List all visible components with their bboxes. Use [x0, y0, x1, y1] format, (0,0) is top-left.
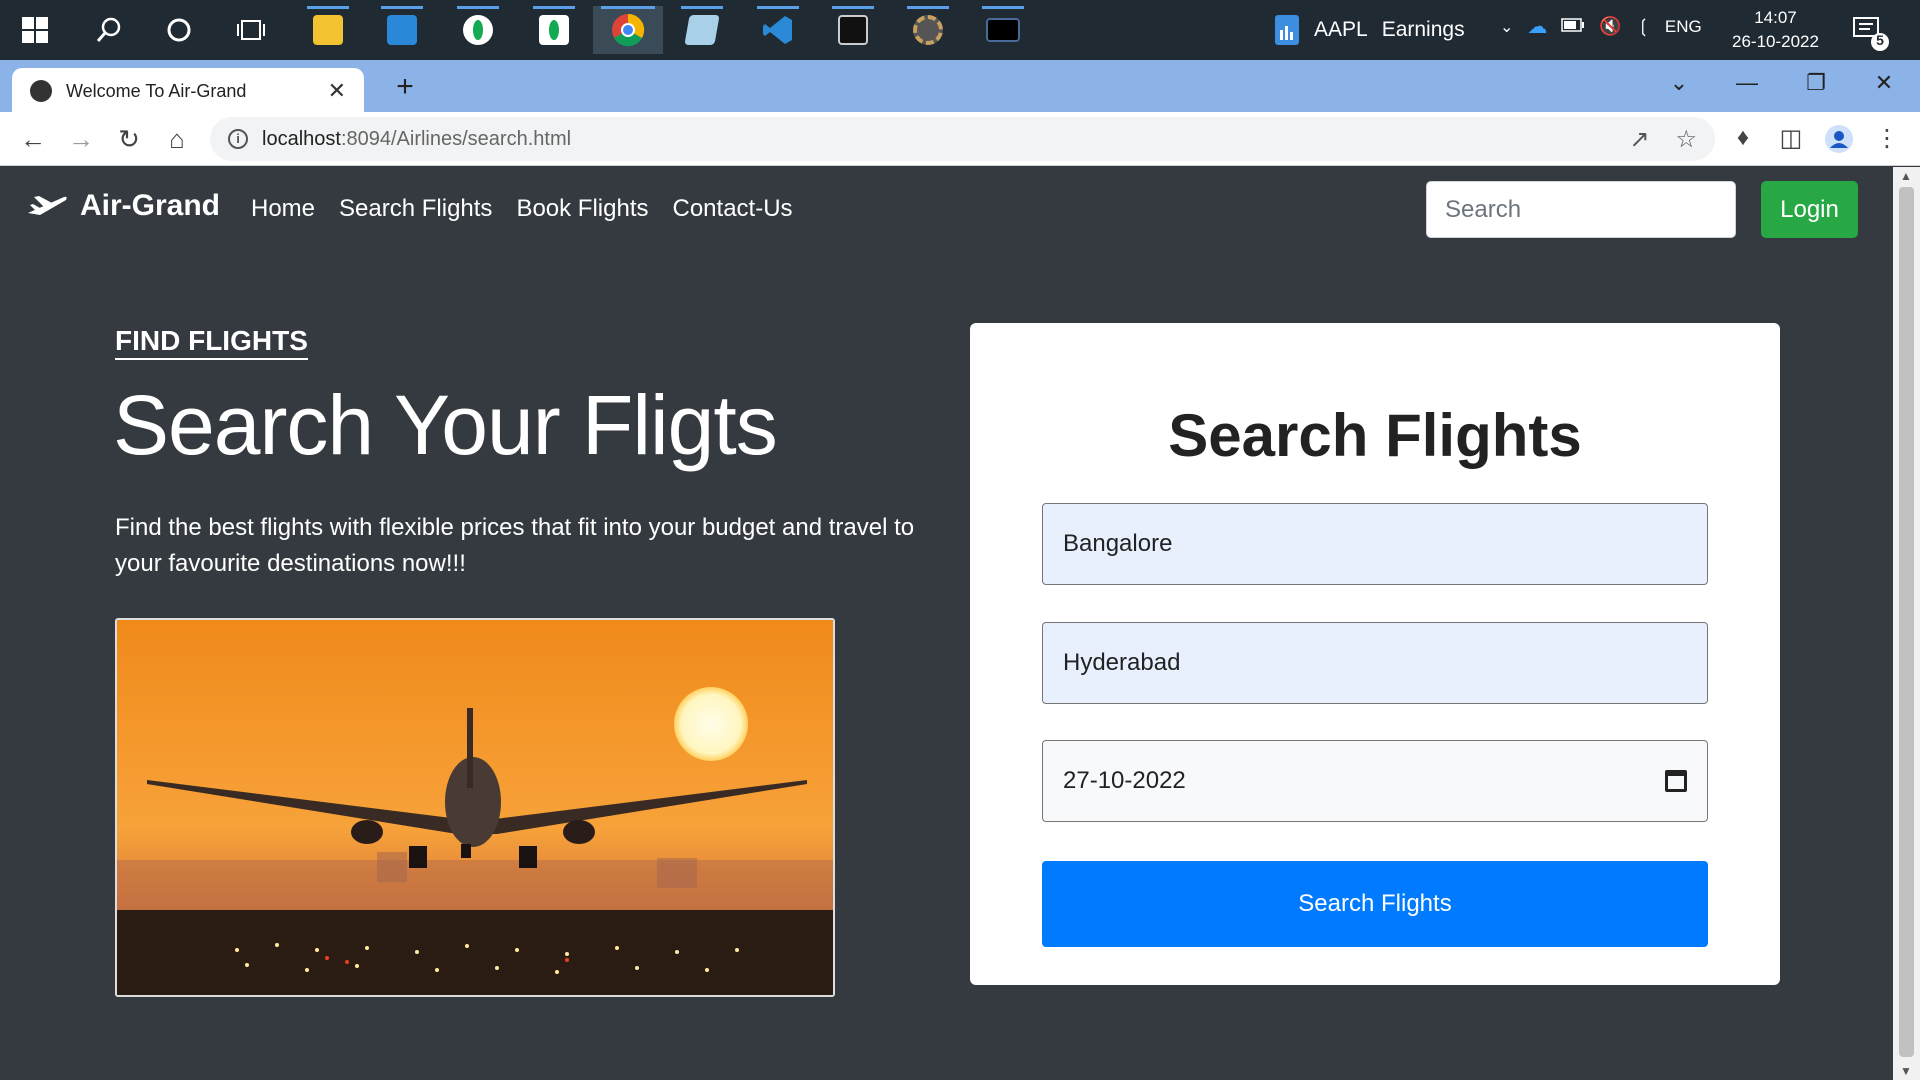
minimize-icon[interactable]: — [1727, 70, 1767, 96]
new-tab-icon[interactable]: + [390, 70, 420, 104]
tab-close-icon[interactable]: ✕ [328, 78, 346, 104]
chevron-up-icon[interactable]: ⌄ [1500, 17, 1513, 37]
browser-toolbar: ← → ↻ ⌂ i localhost :8094/Airlines/searc… [0, 112, 1920, 166]
speaker-muted-icon[interactable]: 🔇 [1599, 16, 1621, 37]
scrollbar-thumb[interactable] [1899, 187, 1914, 1057]
to-city-value: Hyderabad [1063, 649, 1181, 676]
onedrive-cloud-icon[interactable]: ☁ [1527, 14, 1547, 39]
search-input[interactable] [1426, 181, 1736, 238]
tab-title: Welcome To Air-Grand [66, 80, 247, 101]
nav-link-contact-us[interactable]: Contact-Us [673, 195, 793, 223]
search-flights-button[interactable]: Search Flights [1042, 861, 1708, 947]
search-flights-card: Search Flights Bangalore Hyderabad 27-10… [970, 323, 1780, 985]
from-city-value: Bangalore [1063, 530, 1173, 557]
travel-date-value: 27-10-2022 [1063, 767, 1186, 794]
calendar-icon[interactable] [1665, 770, 1687, 792]
reload-icon[interactable]: ↻ [112, 124, 146, 155]
url-host: localhost [262, 127, 341, 150]
tab-search-chevron-icon[interactable]: ⌄ [1659, 70, 1699, 96]
login-button[interactable]: Login [1761, 181, 1858, 238]
wifi-icon[interactable]: ❲ [1636, 16, 1651, 37]
mongodb-icon[interactable] [449, 6, 507, 54]
url-path: :8094/Airlines/search.html [340, 127, 572, 150]
home-icon[interactable]: ⌂ [160, 124, 194, 155]
site-navbar: Air-Grand Home Search Flights Book Fligh… [0, 167, 1893, 257]
notepad-icon[interactable] [673, 6, 731, 54]
document-chart-icon [1275, 15, 1299, 45]
chrome-icon[interactable] [593, 6, 663, 54]
notification-center-icon[interactable]: 5 [1850, 12, 1890, 52]
globe-icon [30, 80, 52, 102]
language-indicator[interactable]: ENG [1665, 17, 1702, 37]
system-tray: ⌄ ☁ 🔇 ❲ ENG [1500, 14, 1702, 39]
nav-link-search-flights[interactable]: Search Flights [339, 195, 492, 223]
cortana-icon[interactable] [150, 6, 208, 54]
share-icon[interactable]: ↗ [1629, 125, 1649, 154]
vscode-icon[interactable] [749, 6, 807, 54]
kebab-menu-icon[interactable]: ⋮ [1870, 124, 1904, 153]
extensions-puzzle-icon[interactable]: ♦ [1726, 124, 1760, 152]
search-form-title: Search Flights [1168, 402, 1582, 469]
restore-icon[interactable]: ❐ [1796, 70, 1836, 96]
clock-time: 14:07 [1754, 8, 1797, 27]
scroll-up-arrow-icon[interactable]: ▲ [1900, 169, 1912, 183]
web-page: Air-Grand Home Search Flights Book Fligh… [0, 167, 1893, 1080]
battery-icon[interactable] [1561, 17, 1585, 37]
notification-count: 5 [1876, 32, 1884, 48]
browser-tab-strip: Welcome To Air-Grand ✕ + ⌄ — ❐ ✕ [0, 60, 1920, 114]
bookmark-star-icon[interactable]: ☆ [1675, 125, 1697, 154]
nav-link-home[interactable]: Home [251, 195, 315, 223]
nav-links: Home Search Flights Book Flights Contact… [251, 195, 793, 223]
from-city-input[interactable]: Bangalore [1042, 503, 1708, 585]
search-icon[interactable] [80, 6, 138, 54]
windows-taskbar: AAPL Earnings ⌄ ☁ 🔇 ❲ ENG 14:07 26-10-20… [0, 0, 1920, 60]
file-explorer-icon[interactable] [299, 6, 357, 54]
travel-date-input[interactable]: 27-10-2022 [1042, 740, 1708, 822]
mail-icon[interactable] [373, 6, 431, 54]
scroll-down-arrow-icon[interactable]: ▼ [1900, 1064, 1912, 1078]
page-scrollbar[interactable]: ▲ ▼ [1893, 167, 1920, 1080]
airplane-sunset-image [115, 618, 835, 997]
side-panel-icon[interactable]: ◫ [1774, 124, 1808, 153]
nav-link-book-flights[interactable]: Book Flights [516, 195, 648, 223]
airplane-icon [28, 196, 67, 215]
news-ticker: AAPL [1314, 18, 1368, 41]
profile-avatar-icon[interactable] [1822, 124, 1856, 161]
news-widget[interactable]: AAPL Earnings [1274, 10, 1465, 50]
hero-title: Search Your Fligts [113, 378, 778, 472]
address-bar[interactable]: i localhost :8094/Airlines/search.html ↗… [210, 117, 1715, 161]
hero-description: Find the best flights with flexible pric… [115, 514, 915, 577]
terminal-icon[interactable] [824, 6, 882, 54]
task-view-icon[interactable] [222, 6, 280, 54]
mongodb-compass-icon[interactable] [525, 6, 583, 54]
mysql-icon[interactable] [974, 6, 1032, 54]
taskbar-clock[interactable]: 14:07 26-10-2022 [1732, 6, 1819, 54]
site-info-icon[interactable]: i [228, 129, 248, 149]
news-text: Earnings [1381, 18, 1465, 41]
to-city-input[interactable]: Hyderabad [1042, 622, 1708, 704]
brand-logo[interactable]: Air-Grand [26, 189, 220, 223]
browser-tab[interactable]: Welcome To Air-Grand ✕ [12, 68, 364, 114]
windows-start-icon[interactable] [6, 6, 64, 54]
clock-date: 26-10-2022 [1732, 32, 1819, 51]
back-arrow-icon[interactable]: ← [16, 124, 50, 155]
brand-name: Air-Grand [80, 189, 221, 222]
settings-gear-icon[interactable] [899, 6, 957, 54]
forward-arrow-icon[interactable]: → [64, 124, 98, 155]
close-window-icon[interactable]: ✕ [1864, 70, 1904, 96]
hero-eyebrow: FIND FLIGHTS [115, 324, 308, 360]
